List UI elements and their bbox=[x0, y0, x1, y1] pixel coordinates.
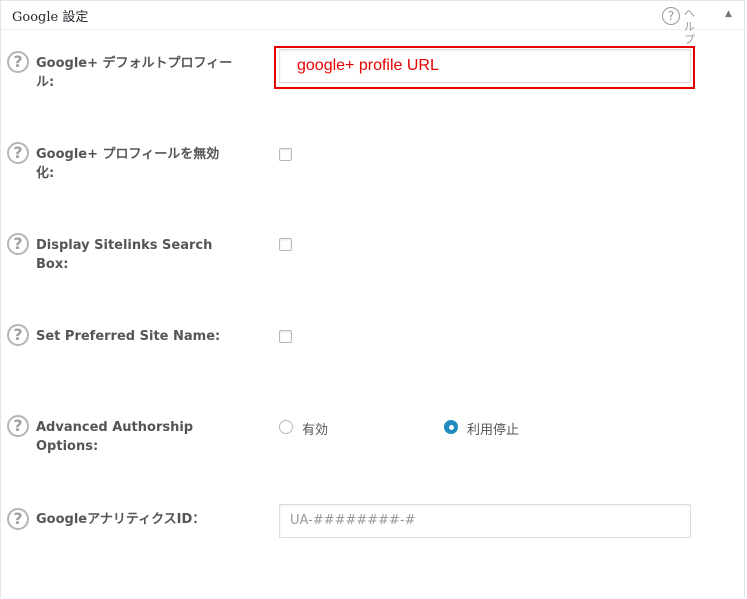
help-label: ヘルプ bbox=[684, 7, 695, 46]
question-icon[interactable]: ? bbox=[7, 51, 29, 73]
question-icon[interactable]: ? bbox=[7, 508, 29, 530]
advanced-authorship-label: Advanced Authorship Options: bbox=[36, 420, 194, 454]
analytics-id-input[interactable]: UA-########-# bbox=[279, 504, 691, 538]
sitelinks-search-checkbox[interactable] bbox=[279, 238, 292, 251]
sitelinks-search-label: Display Sitelinks Search Box: bbox=[36, 238, 213, 272]
google-settings-panel: Google 設定 ? ヘルプ ▲ ? Google+ デフォルトプロフィール:… bbox=[0, 0, 746, 598]
analytics-id-label: GoogleアナリティクスID： bbox=[36, 512, 206, 527]
panel-header[interactable]: Google 設定 ? ヘルプ ▲ bbox=[1, 1, 746, 46]
question-icon[interactable]: ? bbox=[7, 142, 29, 164]
authorship-disabled-label: 利用停止 bbox=[467, 423, 520, 438]
question-icon[interactable]: ? bbox=[7, 415, 29, 437]
default-profile-label: Google+ デフォルトプロフィール: bbox=[36, 56, 233, 90]
authorship-enabled-radio[interactable] bbox=[279, 420, 293, 434]
authorship-disabled-radio[interactable] bbox=[444, 420, 458, 434]
panel-title: Google 設定 bbox=[12, 10, 89, 25]
disable-profile-label: Google+ プロフィールを無効化: bbox=[36, 147, 220, 181]
authorship-enabled-label: 有効 bbox=[302, 423, 329, 438]
preferred-site-name-checkbox[interactable] bbox=[279, 330, 292, 343]
disable-profile-checkbox[interactable] bbox=[279, 148, 292, 161]
question-icon[interactable]: ? bbox=[7, 233, 29, 255]
help-icon: ? bbox=[662, 7, 680, 25]
preferred-site-name-label: Set Preferred Site Name: bbox=[36, 329, 221, 344]
question-icon[interactable]: ? bbox=[7, 324, 29, 346]
collapse-arrow-icon[interactable]: ▲ bbox=[725, 9, 732, 19]
annotation-text: google+ profile URL bbox=[297, 57, 439, 74]
